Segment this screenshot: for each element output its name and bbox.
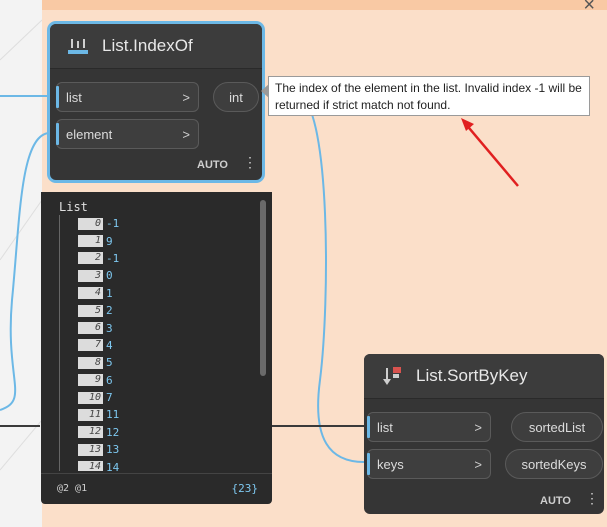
lacing-label[interactable]: AUTO <box>540 495 571 507</box>
list-item: 11 11 <box>60 406 260 423</box>
preview-footer: @2 @1 {23} <box>41 473 272 504</box>
port-indicator <box>367 416 370 438</box>
list-item: 12 12 <box>60 424 260 441</box>
preview-bubble[interactable]: List 0 -1 1 9 2 -1 3 0 4 1 5 2 6 3 7 4 8 5 9 6 10 7 11 11 12 12 13… <box>41 192 272 504</box>
node-header[interactable]: List.SortByKey <box>364 354 604 399</box>
list-item: 96 <box>60 372 260 389</box>
chevron-right-icon[interactable]: > <box>182 127 190 142</box>
port-label: int <box>229 89 243 105</box>
item-value: 9 <box>106 234 113 248</box>
list-levels[interactable]: @2 @1 <box>57 483 87 494</box>
item-index: 6 <box>78 322 103 335</box>
port-label: element <box>66 126 113 142</box>
output-port-int[interactable]: int <box>213 82 259 112</box>
item-index: 10 <box>78 391 103 404</box>
item-index: 13 <box>78 443 103 456</box>
list-item: 41 <box>60 285 260 302</box>
list-indexof-node[interactable]: List.IndexOf list > element > int AUTO ⋮ <box>50 24 262 180</box>
item-value: 0 <box>106 269 113 283</box>
item-value: 4 <box>106 338 113 352</box>
lacing-label[interactable]: AUTO <box>197 159 228 171</box>
item-value: 7 <box>106 391 113 405</box>
item-count: {23} <box>231 482 259 495</box>
node-title: List.SortByKey <box>416 366 528 385</box>
list-item: 85 <box>60 354 260 371</box>
port-indicator <box>56 86 59 108</box>
item-index: 3 <box>78 269 103 282</box>
item-index: 12 <box>78 426 103 439</box>
output-port-sortedkeys[interactable]: sortedKeys <box>505 449 603 479</box>
port-indicator <box>367 453 370 475</box>
item-index: 0 <box>78 217 103 230</box>
list-item: 74 <box>60 337 260 354</box>
list-item: 63 <box>60 319 260 336</box>
output-port-sortedlist[interactable]: sortedList <box>511 412 603 442</box>
node-header[interactable]: List.IndexOf <box>50 24 262 69</box>
item-value: -1 <box>106 251 120 265</box>
sort-by-key-icon <box>380 364 404 388</box>
port-label: sortedKeys <box>521 456 587 472</box>
item-value: 2 <box>106 304 113 318</box>
item-index: 9 <box>78 374 103 387</box>
port-indicator <box>56 123 59 145</box>
more-options-icon[interactable]: ⋮ <box>243 155 257 169</box>
list-item: 13 13 <box>60 441 260 458</box>
item-value: 13 <box>106 443 120 457</box>
workspace-canvas[interactable]: × List.IndexOf list > element > int AUTO… <box>0 0 607 527</box>
item-index: 1 <box>78 235 103 248</box>
port-tooltip: The index of the element in the list. In… <box>268 76 590 116</box>
port-label: list <box>66 89 82 105</box>
list-item: 52 <box>60 302 260 319</box>
node-title: List.IndexOf <box>102 36 193 55</box>
item-value: 14 <box>106 460 120 471</box>
input-port-keys[interactable]: keys > <box>367 449 491 479</box>
item-index: 2 <box>78 252 103 265</box>
annotation-arrow <box>463 121 519 187</box>
item-index: 14 <box>78 461 103 471</box>
preview-scrollbar[interactable] <box>260 200 266 376</box>
list-index-icon <box>66 34 90 58</box>
item-index: 4 <box>78 287 103 300</box>
annotation-arrowhead <box>461 118 474 131</box>
more-options-icon[interactable]: ⋮ <box>585 491 599 505</box>
item-value: 11 <box>106 408 120 422</box>
item-index: 7 <box>78 339 103 352</box>
preview-list[interactable]: 0 -1 1 9 2 -1 3 0 4 1 5 2 6 3 7 4 8 5 9 6 10 7 11 11 12 12 13 13 14 1… <box>59 215 260 471</box>
item-value: 1 <box>106 286 113 300</box>
list-item: 14 14 <box>60 458 260 471</box>
port-label: keys <box>377 456 404 472</box>
item-index: 8 <box>78 356 103 369</box>
list-item: 2 -1 <box>60 250 260 267</box>
item-value: -1 <box>106 217 120 231</box>
chevron-right-icon[interactable]: > <box>474 420 482 435</box>
list-item: 0 -1 <box>60 215 260 232</box>
chevron-right-icon[interactable]: > <box>182 90 190 105</box>
list-sortbykey-node[interactable]: List.SortByKey list > keys > sortedList … <box>364 354 604 514</box>
preview-title: List <box>59 200 88 214</box>
item-value: 12 <box>106 425 120 439</box>
input-port-element[interactable]: element > <box>56 119 199 149</box>
input-port-list[interactable]: list > <box>56 82 199 112</box>
item-value: 5 <box>106 356 113 370</box>
list-item: 10 7 <box>60 389 260 406</box>
port-label: list <box>377 419 393 435</box>
input-port-list[interactable]: list > <box>367 412 491 442</box>
item-value: 6 <box>106 373 113 387</box>
chevron-right-icon[interactable]: > <box>474 457 482 472</box>
item-index: 11 <box>78 408 103 421</box>
list-item: 19 <box>60 232 260 249</box>
list-item: 30 <box>60 267 260 284</box>
wire-int-output <box>299 95 365 463</box>
item-value: 3 <box>106 321 113 335</box>
port-label: sortedList <box>528 419 586 435</box>
item-index: 5 <box>78 304 103 317</box>
